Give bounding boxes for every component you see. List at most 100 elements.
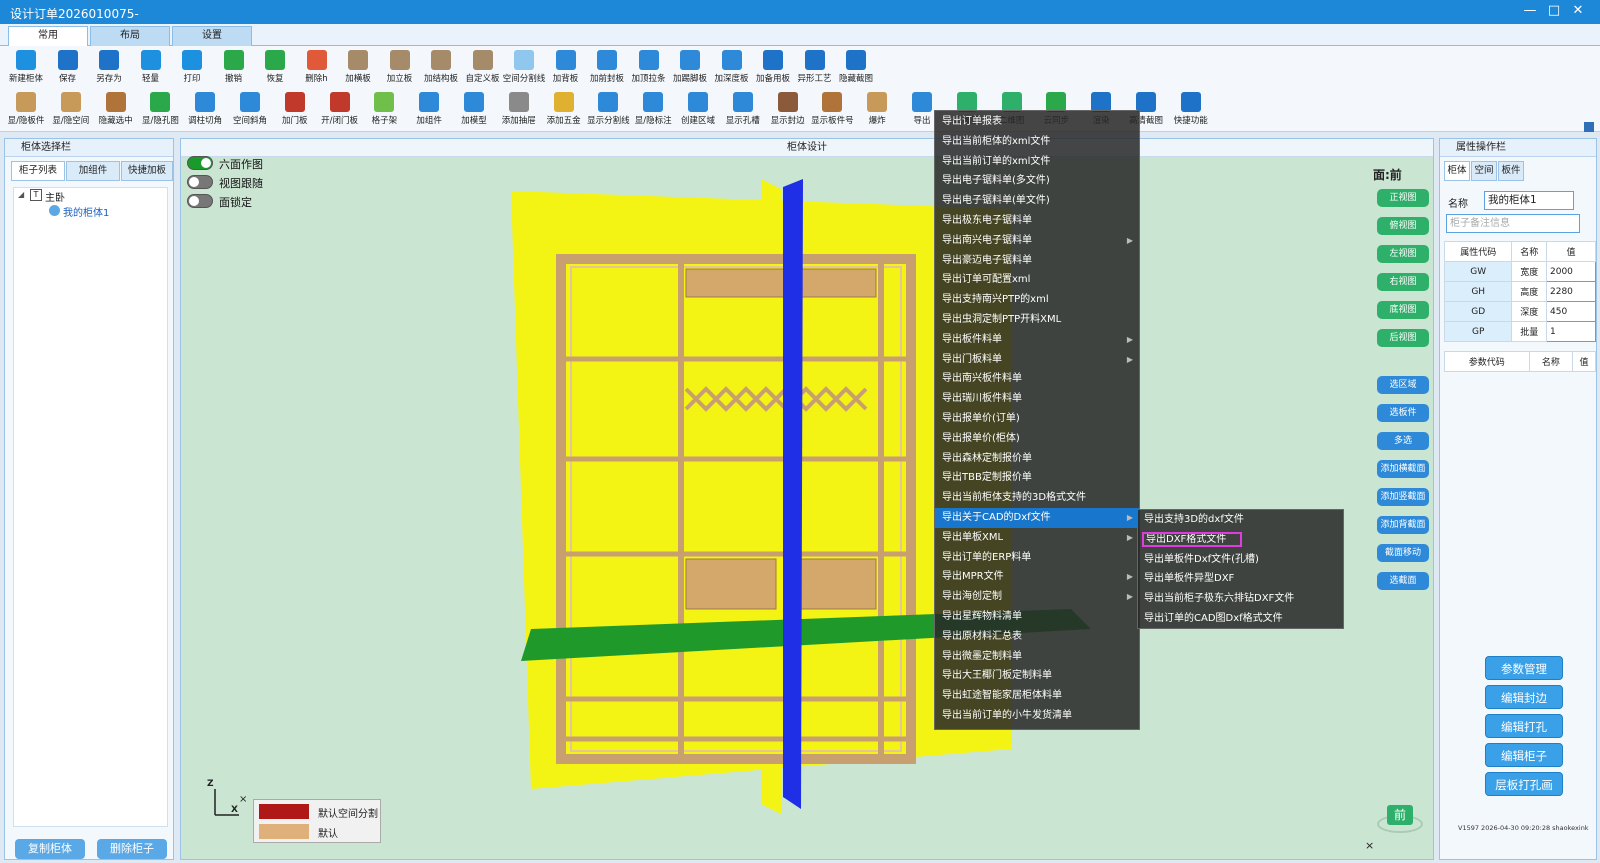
tab-common[interactable]: 常用	[8, 26, 88, 46]
minimize-button[interactable]: —	[1520, 3, 1540, 21]
action-button-1[interactable]: 选板件	[1377, 404, 1429, 422]
toolbar-button-show-split[interactable]: 显示分割线	[586, 90, 630, 130]
menu-item[interactable]: 导出门板料单 ▶	[935, 350, 1139, 370]
tab-settings[interactable]: 设置	[172, 26, 252, 46]
menu-item[interactable]: 导出当前订单的xml文件	[935, 152, 1139, 172]
tab-cabinet-list[interactable]: 柜子列表	[11, 161, 65, 181]
tree-cabinet-item[interactable]: 我的柜体1	[63, 204, 109, 219]
copy-cabinet-button[interactable]: 复制柜体	[15, 839, 85, 859]
delete-cabinet-button[interactable]: 删除柜子	[97, 839, 167, 859]
nav-cube-front[interactable]: 前	[1387, 805, 1413, 825]
menu-item[interactable]: 导出电子锯料单(单文件)	[935, 191, 1139, 211]
grid-menu-icon[interactable]	[1584, 122, 1594, 132]
cabinet-remark-input[interactable]: 柜子备注信息	[1446, 214, 1580, 233]
menu-item[interactable]: 导出海创定制 ▶	[935, 587, 1139, 607]
menu-item[interactable]: 导出TBB定制报价单	[935, 468, 1139, 488]
toolbar-button-hide-selected[interactable]: 隐藏选中	[94, 90, 138, 130]
menu-item[interactable]: 导出瑞川板件料单	[935, 389, 1139, 409]
toolbar-button-show-board-number[interactable]: 显示板件号	[810, 90, 854, 130]
menu-item[interactable]: 导出南兴电子锯料单 ▶	[935, 231, 1139, 251]
view-button-1[interactable]: 俯视图	[1377, 217, 1429, 235]
menu-item[interactable]: 导出虫洞定制PTP开料XML	[935, 310, 1139, 330]
toolbar-button-add-hardware[interactable]: 添加五金	[542, 90, 586, 130]
action-button-6[interactable]: 截面移动	[1377, 544, 1429, 562]
tree-expand-icon[interactable]: ◢	[18, 190, 24, 199]
toolbar-button-open-close-door[interactable]: 开/闭门板	[318, 90, 362, 130]
action-button-4[interactable]: 添加竖截面	[1377, 488, 1429, 506]
submenu-item[interactable]: 导出单板件异型DXF	[1138, 569, 1343, 589]
toolbar-button-add-model[interactable]: 加模型	[452, 90, 496, 130]
toolbar-button-space-bevel[interactable]: 空间斜角	[228, 90, 272, 130]
submenu-item[interactable]: 导出支持3D的dxf文件	[1138, 510, 1343, 530]
view-button-3[interactable]: 右视图	[1377, 273, 1429, 291]
action-button-3[interactable]: 添加横截面	[1377, 460, 1429, 478]
menu-item[interactable]: 导出原材料汇总表	[935, 627, 1139, 647]
cabinet-name-input[interactable]: 我的柜体1	[1484, 191, 1574, 210]
toolbar-button-toggle-board[interactable]: 显/隐板件	[4, 90, 48, 130]
toolbar-button-column-corner[interactable]: 调柱切角	[183, 90, 227, 130]
maximize-button[interactable]: □	[1544, 3, 1564, 21]
toolbar-button-quick-function[interactable]: 快捷功能	[1169, 90, 1213, 130]
toolbar-button-add-door[interactable]: 加门板	[273, 90, 317, 130]
submenu-item[interactable]: 导出单板件Dxf文件(孔槽)	[1138, 550, 1343, 570]
cabinet-design-viewport[interactable]: 柜体设计 六面作图 视图跟随 面锁定 面:前 Z X × 默认空间分割 默认 前…	[180, 138, 1434, 860]
tab-prop-space[interactable]: 空间	[1471, 161, 1497, 181]
toolbar-button-show-edge[interactable]: 显示封边	[766, 90, 810, 130]
action-button-5[interactable]: 添加背截面	[1377, 516, 1429, 534]
prop-value-input[interactable]: 1	[1546, 321, 1596, 342]
toggle-view-follow[interactable]	[187, 175, 213, 189]
toolbar-button-add-component[interactable]: 加组件	[407, 90, 451, 130]
viewport-close-icon[interactable]: ×	[1365, 839, 1374, 852]
menu-item[interactable]: 导出订单的ERP料单	[935, 548, 1139, 568]
param-manage-button[interactable]: 参数管理	[1485, 656, 1563, 680]
menu-item[interactable]: 导出报单价(订单)	[935, 409, 1139, 429]
toggle-six-face[interactable]	[187, 156, 213, 170]
menu-item[interactable]: 导出板件料单 ▶	[935, 330, 1139, 350]
toolbar-button-toggle-dimension[interactable]: 显/隐标注	[631, 90, 675, 130]
toggle-face-lock[interactable]	[187, 194, 213, 208]
menu-item[interactable]: 导出星辉物料清单	[935, 607, 1139, 627]
toolbar-button-explode[interactable]: 爆炸	[855, 90, 899, 130]
toolbar-button-grid-rack[interactable]: 格子架	[362, 90, 406, 130]
prop-value-input[interactable]: 2000	[1546, 261, 1596, 282]
menu-item[interactable]: 导出虹途智能家居柜体料单	[935, 686, 1139, 706]
menu-item[interactable]: 导出单板XML ▶	[935, 528, 1139, 548]
toolbar-button-toggle-space[interactable]: 显/隐空间	[49, 90, 93, 130]
menu-item[interactable]: 导出当前柜体的xml文件	[935, 132, 1139, 152]
tab-prop-board[interactable]: 板件	[1498, 161, 1524, 181]
toolbar-button-add-drawer[interactable]: 添加抽屉	[497, 90, 541, 130]
menu-item[interactable]: 导出支持南兴PTP的xml	[935, 290, 1139, 310]
tab-add-component[interactable]: 加组件	[66, 161, 120, 181]
toolbar-button-create-region[interactable]: 创建区域	[676, 90, 720, 130]
toolbar-button-toggle-hole[interactable]: 显/隐孔图	[138, 90, 182, 130]
toolbar-button-hide-screenshot[interactable]: 隐藏截图	[834, 48, 878, 88]
menu-item[interactable]: 导出电子锯料单(多文件)	[935, 171, 1139, 191]
menu-item[interactable]: 导出订单报表	[935, 112, 1139, 132]
menu-item[interactable]: 导出豪迈电子锯料单	[935, 251, 1139, 271]
edit-drill-button[interactable]: 编辑打孔	[1485, 714, 1563, 738]
edit-edge-button[interactable]: 编辑封边	[1485, 685, 1563, 709]
close-button[interactable]: ✕	[1568, 3, 1588, 21]
tab-layout[interactable]: 布局	[90, 26, 170, 46]
submenu-item[interactable]: 导出订单的CAD图Dxf格式文件	[1138, 609, 1343, 629]
toolbar-button-show-holes[interactable]: 显示孔槽	[721, 90, 765, 130]
menu-item[interactable]: 导出大王椰门板定制料单	[935, 666, 1139, 686]
view-button-5[interactable]: 后视图	[1377, 329, 1429, 347]
tree-root-label[interactable]: 主卧	[45, 189, 65, 204]
view-button-0[interactable]: 正视图	[1377, 189, 1429, 207]
edit-cabinet-button[interactable]: 编辑柜子	[1485, 743, 1563, 767]
prop-value-input[interactable]: 2280	[1546, 281, 1596, 302]
menu-item[interactable]: 导出MPR文件 ▶	[935, 567, 1139, 587]
menu-item[interactable]: 导出森林定制报价单	[935, 449, 1139, 469]
menu-item[interactable]: 导出订单可配置xml	[935, 270, 1139, 290]
menu-item[interactable]: 导出极东电子锯料单	[935, 211, 1139, 231]
view-button-4[interactable]: 底视图	[1377, 301, 1429, 319]
menu-item[interactable]: 导出微墨定制料单	[935, 647, 1139, 667]
menu-item[interactable]: 导出当前订单的小牛发货清单	[935, 706, 1139, 726]
tab-prop-cabinet[interactable]: 柜体	[1444, 161, 1470, 181]
action-button-2[interactable]: 多选	[1377, 432, 1429, 450]
submenu-item[interactable]: 导出当前柜子极东六排钻DXF文件	[1138, 589, 1343, 609]
menu-item[interactable]: 导出南兴板件料单	[935, 369, 1139, 389]
action-button-7[interactable]: 选截面	[1377, 572, 1429, 590]
view-button-2[interactable]: 左视图	[1377, 245, 1429, 263]
